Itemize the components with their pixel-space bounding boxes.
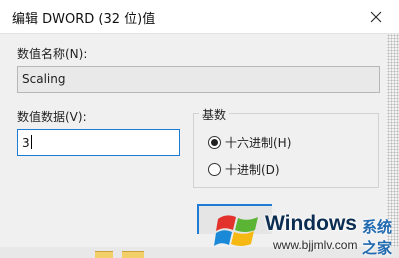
text-caret (30, 135, 32, 149)
windows-logo-icon (214, 215, 258, 246)
value-name-field: Scaling (17, 66, 380, 93)
radio-decimal[interactable]: 十进制(D) (208, 161, 280, 178)
radio-dot (211, 139, 218, 146)
value-name-label: 数值名称(N): (17, 47, 88, 61)
value-name-text: Scaling (22, 72, 66, 86)
radio-button-selected[interactable] (208, 136, 221, 149)
radio-decimal-label: 十进制(D) (225, 163, 280, 177)
base-group-title: 基数 (199, 106, 230, 123)
close-icon (370, 11, 382, 23)
value-data-input[interactable]: 3 (17, 129, 180, 156)
value-data-label: 数值数据(V): (17, 110, 87, 124)
watermark-brand: Windows (265, 212, 357, 235)
value-data-text: 3 (22, 136, 30, 150)
dialog-titlebar: 编辑 DWORD (32 位)值 (0, 0, 399, 34)
radio-button-unselected[interactable] (208, 163, 221, 176)
watermark-url: www.bjjmlv.com (273, 238, 358, 252)
folder-icon (95, 251, 113, 258)
radio-hexadecimal[interactable]: 十六进制(H) (208, 134, 291, 151)
radio-hexadecimal-label: 十六进制(H) (225, 136, 292, 150)
close-button[interactable] (363, 5, 389, 29)
folder-icon (122, 251, 144, 258)
watermark-brand-cn: 系统之家 (362, 218, 393, 257)
watermark: Windows 系统之家 www.bjjmlv.com (210, 207, 399, 258)
dialog-title: 编辑 DWORD (32 位)值 (12, 12, 156, 27)
